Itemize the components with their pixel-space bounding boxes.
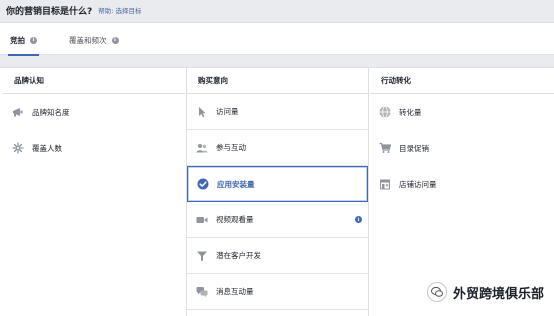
tab-reach-frequency-label: 覆盖和频次 [69,35,107,45]
tab-auction[interactable]: 竞拍 i [8,23,39,56]
tab-reach-frequency[interactable]: 覆盖和频次 i [69,23,119,55]
objective-label: 店铺访问量 [399,179,437,189]
objective-brand-awareness[interactable]: 品牌知名度 [3,94,185,130]
objective-video-views[interactable]: 视频观看量 i [187,202,368,238]
objective-label: 转化量 [399,107,422,117]
wechat-logo-icon [426,282,447,302]
objective-grid: 品牌认知 品牌知名度 覆盖人数 购买意向 访问量 参与互动 应用安装量 视频观看… [0,67,554,316]
buying-type-tabs: 竞拍 i 覆盖和频次 i [0,22,554,56]
video-camera-icon [196,214,208,226]
objective-conversions[interactable]: 转化量 [370,94,554,130]
objective-engagement[interactable]: 参与互动 [187,130,368,166]
objective-lead-generation[interactable]: 潜在客户开发 [187,238,368,274]
funnel-icon [196,250,208,262]
cursor-icon [196,106,208,118]
objective-label: 应用安装量 [217,179,255,189]
tab-auction-label: 竞拍 [10,35,25,45]
column-heading: 行动转化 [370,68,554,94]
objective-label: 参与互动 [216,143,246,152]
megaphone-icon [12,106,24,118]
column-heading: 购买意向 [187,68,368,94]
objective-label: 视频观看量 [216,215,254,224]
objective-label: 覆盖人数 [32,143,62,153]
column-awareness: 品牌认知 品牌知名度 覆盖人数 [3,68,185,316]
objective-reach[interactable]: 覆盖人数 [3,130,185,166]
help-link[interactable]: 帮助: 选择目标 [98,5,141,15]
objective-messages[interactable]: 消息互动量 [187,274,368,310]
info-icon[interactable]: i [30,36,37,44]
store-icon [379,178,391,190]
reach-icon [12,142,24,154]
objective-traffic[interactable]: 访问量 [187,94,368,130]
objective-store-traffic[interactable]: 店铺访问量 [370,166,554,202]
column-consideration: 购买意向 访问量 参与互动 应用安装量 视频观看量 i 潜在客户开发 消息互动量 [186,68,369,316]
info-icon[interactable]: i [355,216,362,223]
chat-bubbles-icon [196,286,208,298]
column-heading: 品牌认知 [3,68,185,94]
objective-question: 你的营销目标是什么? [6,6,93,17]
info-icon[interactable]: i [111,36,119,44]
objective-label: 访问量 [216,107,239,116]
objective-label: 目录促销 [399,143,429,153]
globe-icon [379,106,391,118]
objective-label: 潜在客户开发 [216,251,261,260]
people-icon [196,142,208,154]
cart-icon [379,142,391,154]
objective-label: 消息互动量 [216,287,254,296]
check-circle-icon [197,178,209,190]
column-conversion: 行动转化 转化量 目录促销 店铺访问量 [370,68,554,316]
watermark: 外贸跨境俱乐部 [426,282,544,302]
objective-catalog-sales[interactable]: 目录促销 [370,130,554,166]
objective-label: 品牌知名度 [32,107,70,117]
objective-header: 你的营销目标是什么? 帮助: 选择目标 [6,3,142,17]
objective-app-installs[interactable]: 应用安装量 [187,166,368,202]
watermark-text: 外贸跨境俱乐部 [452,286,544,302]
